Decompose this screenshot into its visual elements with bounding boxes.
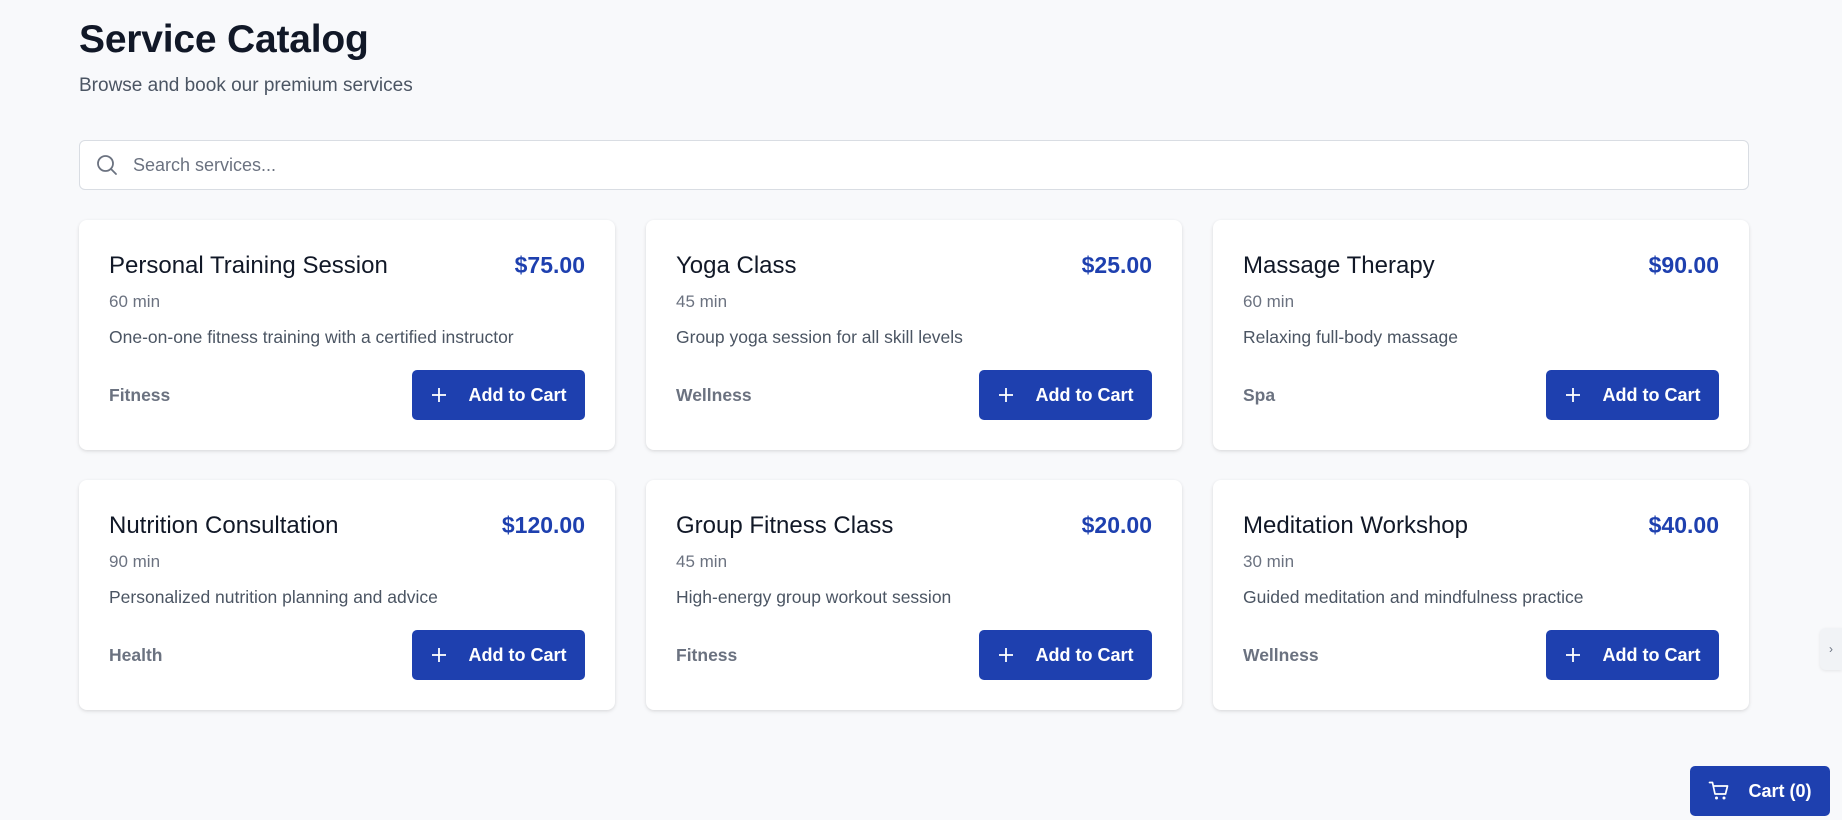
- add-to-cart-button[interactable]: Add to Cart: [979, 370, 1152, 420]
- plus-icon: [1565, 387, 1581, 403]
- plus-icon: [431, 647, 447, 663]
- add-to-cart-label: Add to Cart: [1602, 384, 1701, 405]
- add-to-cart-button[interactable]: Add to Cart: [412, 370, 585, 420]
- service-category: Fitness: [676, 644, 738, 665]
- cart-button[interactable]: Cart (0): [1690, 766, 1830, 816]
- cart-label: Cart (0): [1748, 780, 1812, 801]
- page-title: Service Catalog: [79, 18, 369, 61]
- side-panel-handle[interactable]: ›: [1820, 628, 1842, 670]
- service-category: Wellness: [676, 384, 752, 405]
- card-header: Massage Therapy $90.00: [1243, 252, 1719, 280]
- service-duration: 60 min: [1243, 292, 1295, 311]
- page: Service Catalog Browse and book our prem…: [0, 0, 1842, 820]
- service-name: Yoga Class: [676, 252, 797, 279]
- chevron-right-icon: ›: [1829, 642, 1833, 656]
- card-footer: Wellness Add to Cart: [1243, 630, 1719, 680]
- add-to-cart-label: Add to Cart: [1602, 644, 1701, 665]
- service-name: Personal Training Session: [109, 252, 388, 279]
- service-duration: 45 min: [676, 292, 728, 311]
- card-footer: Fitness Add to Cart: [676, 630, 1152, 680]
- plus-icon: [998, 387, 1014, 403]
- card-header: Meditation Workshop $40.00: [1243, 512, 1719, 540]
- service-name: Group Fitness Class: [676, 512, 894, 539]
- service-price: $90.00: [1648, 252, 1719, 278]
- service-price: $40.00: [1648, 512, 1719, 538]
- service-price: $75.00: [514, 252, 585, 278]
- service-card: Personal Training Session $75.00 60 min …: [79, 220, 615, 450]
- cart-icon: [1708, 780, 1730, 802]
- card-footer: Spa Add to Cart: [1243, 370, 1719, 420]
- service-description: High-energy group workout session: [676, 587, 952, 607]
- service-name: Nutrition Consultation: [109, 512, 339, 539]
- service-card: Meditation Workshop $40.00 30 min Guided…: [1213, 480, 1749, 710]
- add-to-cart-label: Add to Cart: [1035, 644, 1134, 665]
- card-footer: Wellness Add to Cart: [676, 370, 1152, 420]
- service-card: Massage Therapy $90.00 60 min Relaxing f…: [1213, 220, 1749, 450]
- service-category: Wellness: [1243, 644, 1319, 665]
- add-to-cart-button[interactable]: Add to Cart: [1546, 370, 1719, 420]
- add-to-cart-label: Add to Cart: [468, 644, 567, 665]
- add-to-cart-label: Add to Cart: [468, 384, 567, 405]
- card-header: Yoga Class $25.00: [676, 252, 1152, 280]
- service-price: $120.00: [501, 512, 585, 538]
- add-to-cart-button[interactable]: Add to Cart: [412, 630, 585, 680]
- service-description: One-on-one fitness training with a certi…: [109, 327, 514, 347]
- plus-icon: [431, 387, 447, 403]
- page-subtitle: Browse and book our premium services: [79, 75, 413, 96]
- service-description: Guided meditation and mindfulness practi…: [1243, 587, 1584, 607]
- card-header: Group Fitness Class $20.00: [676, 512, 1152, 540]
- service-card: Group Fitness Class $20.00 45 min High-e…: [646, 480, 1182, 710]
- service-duration: 30 min: [1243, 552, 1295, 571]
- service-card: Nutrition Consultation $120.00 90 min Pe…: [79, 480, 615, 710]
- add-to-cart-label: Add to Cart: [1035, 384, 1134, 405]
- service-price: $25.00: [1081, 252, 1152, 278]
- service-category: Fitness: [109, 384, 171, 405]
- service-name: Massage Therapy: [1243, 252, 1435, 279]
- service-description: Relaxing full-body massage: [1243, 327, 1458, 347]
- service-description: Personalized nutrition planning and advi…: [109, 587, 438, 607]
- plus-icon: [998, 647, 1014, 663]
- card-footer: Health Add to Cart: [109, 630, 585, 680]
- service-category: Health: [109, 644, 163, 665]
- service-duration: 45 min: [676, 552, 728, 571]
- service-price: $20.00: [1081, 512, 1152, 538]
- service-duration: 60 min: [109, 292, 161, 311]
- add-to-cart-button[interactable]: Add to Cart: [1546, 630, 1719, 680]
- plus-icon: [1565, 647, 1581, 663]
- service-description: Group yoga session for all skill levels: [676, 327, 963, 347]
- add-to-cart-button[interactable]: Add to Cart: [979, 630, 1152, 680]
- card-footer: Fitness Add to Cart: [109, 370, 585, 420]
- search-icon: [95, 153, 119, 177]
- card-header: Personal Training Session $75.00: [109, 252, 585, 280]
- service-grid: Personal Training Session $75.00 60 min …: [79, 220, 1749, 710]
- service-duration: 90 min: [109, 552, 161, 571]
- card-header: Nutrition Consultation $120.00: [109, 512, 585, 540]
- service-category: Spa: [1243, 384, 1276, 405]
- search-input[interactable]: [131, 140, 1748, 190]
- service-card: Yoga Class $25.00 45 min Group yoga sess…: [646, 220, 1182, 450]
- search-box[interactable]: [79, 140, 1749, 190]
- service-name: Meditation Workshop: [1243, 512, 1468, 539]
